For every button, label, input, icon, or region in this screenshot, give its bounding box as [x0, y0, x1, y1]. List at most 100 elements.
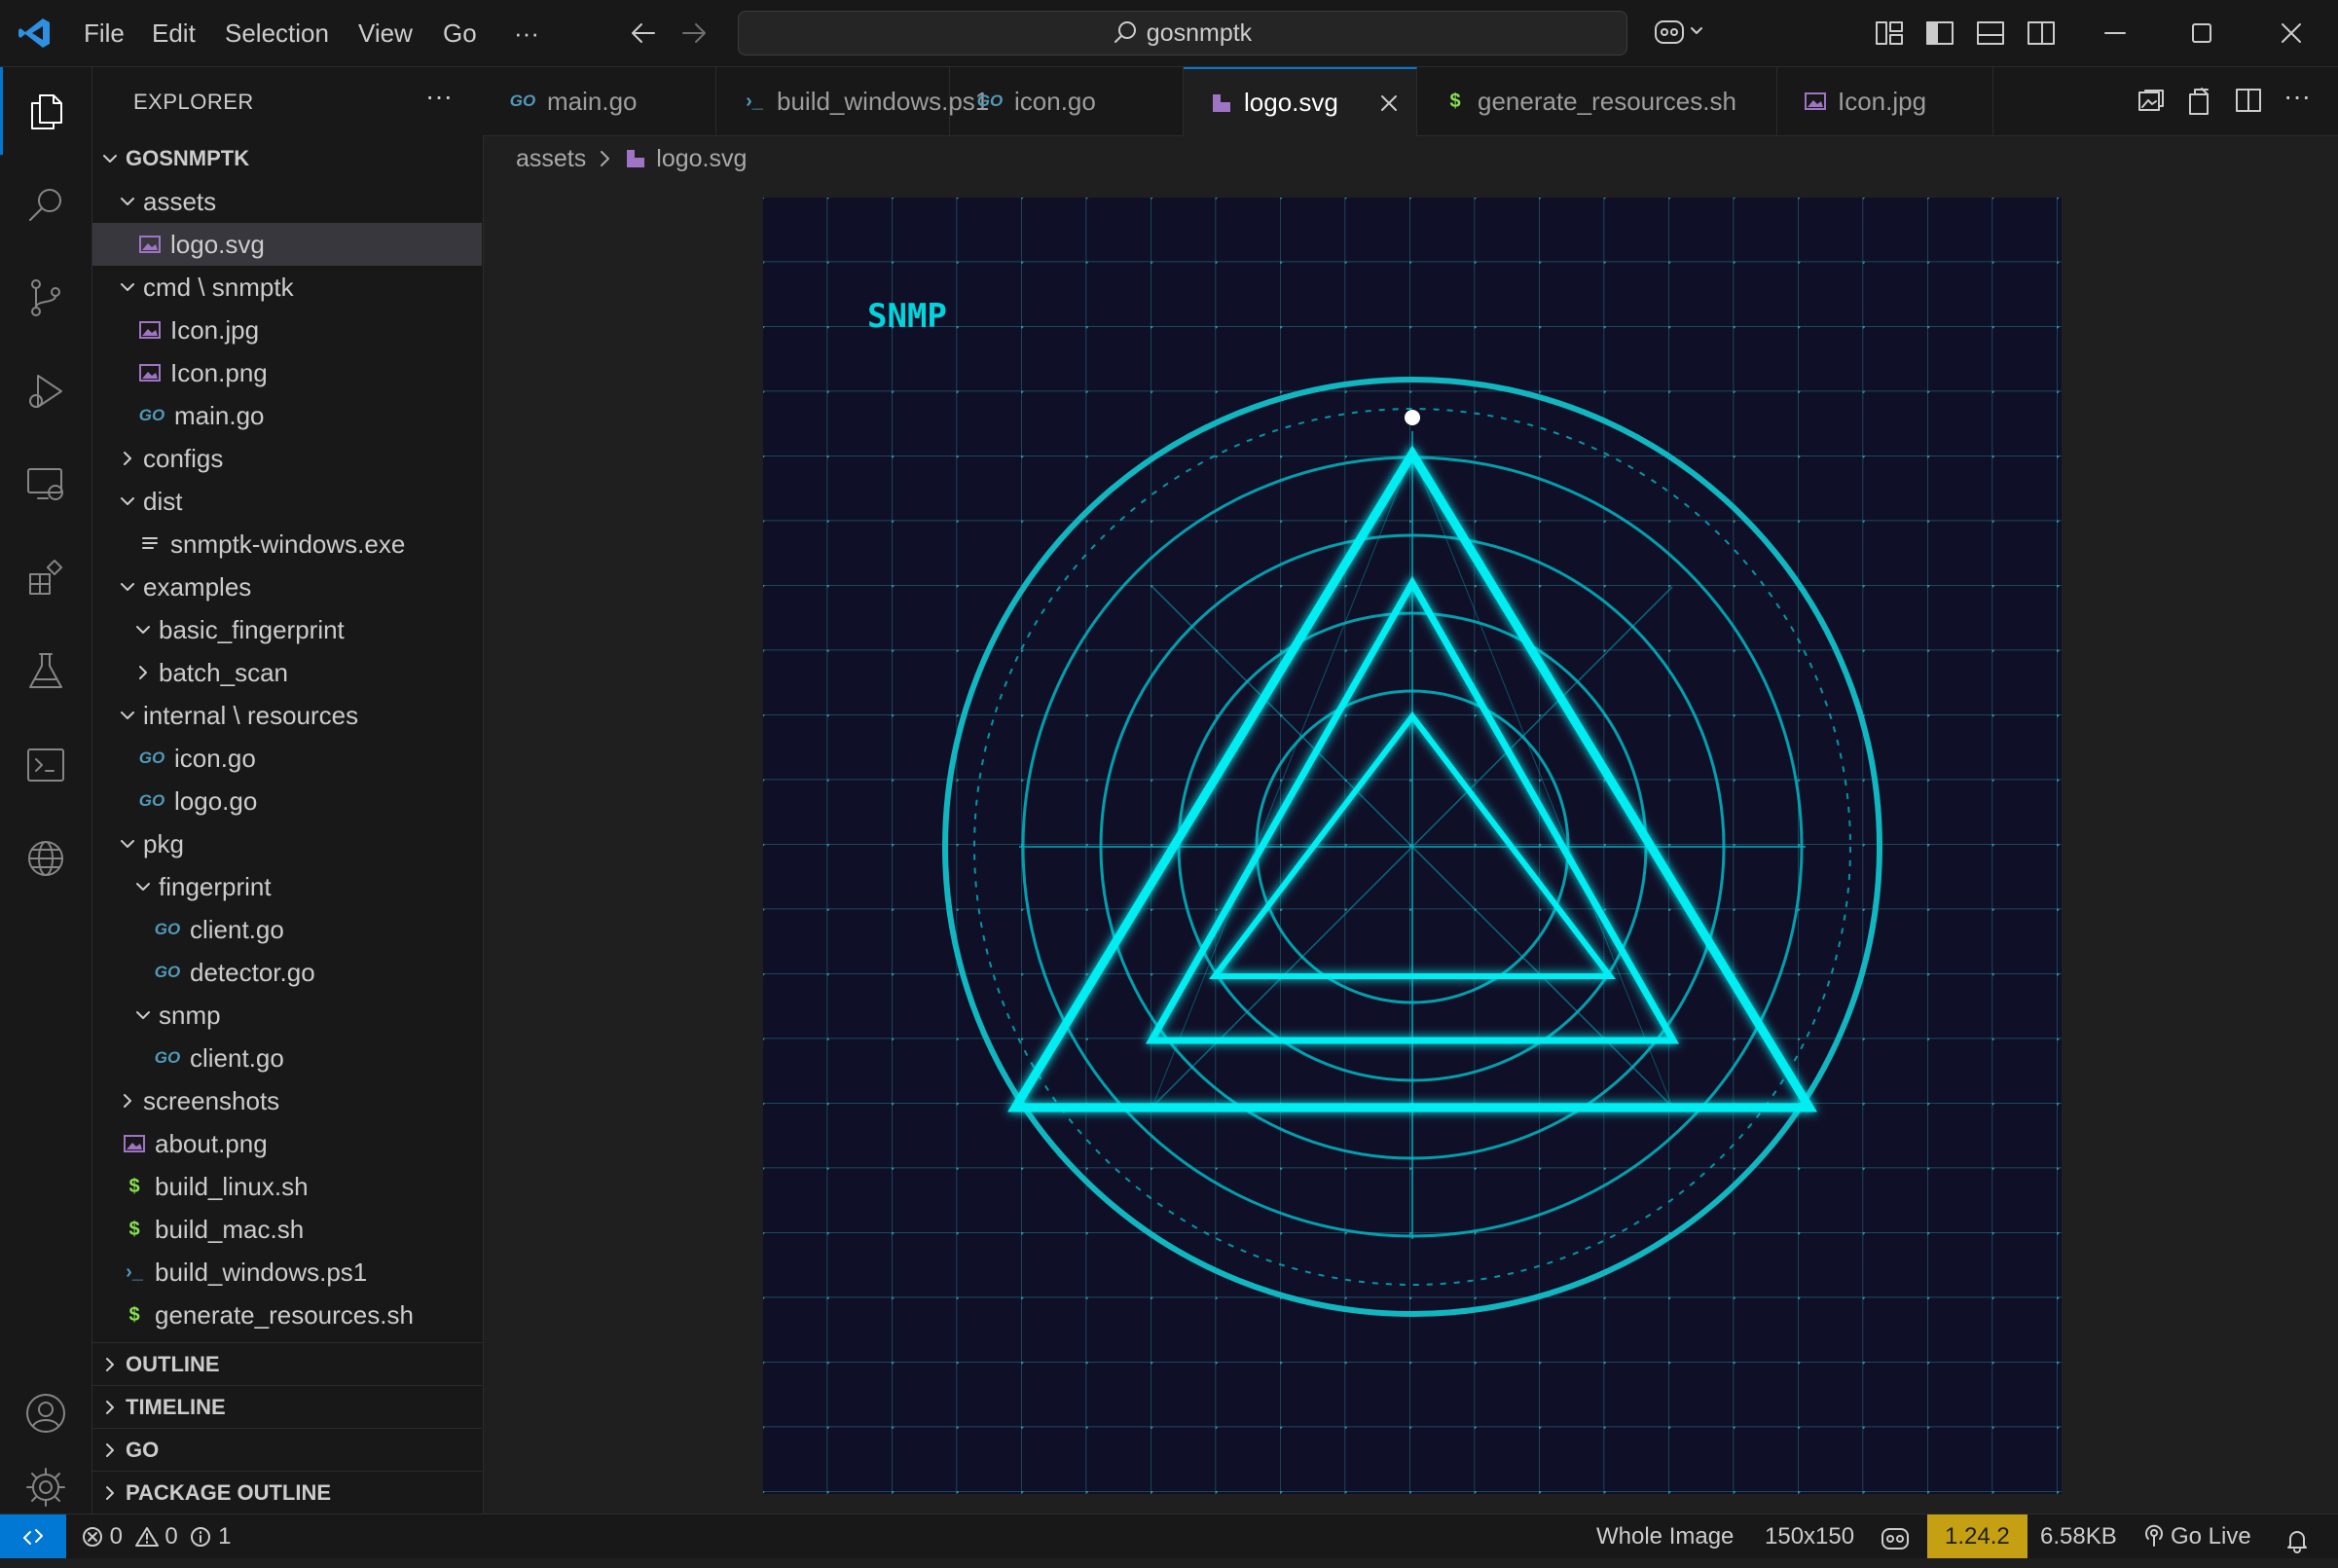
source-control-icon[interactable] — [0, 254, 91, 342]
tree-folder[interactable]: fingerprint — [92, 865, 482, 908]
notifications-bell-icon[interactable] — [2285, 1524, 2309, 1553]
chevron-right-icon — [139, 666, 147, 679]
close-tab-icon[interactable] — [1379, 93, 1399, 113]
tree-file[interactable]: about.png — [92, 1122, 482, 1165]
menu-view[interactable]: View — [358, 0, 413, 66]
go-file-icon: GO — [976, 91, 1004, 110]
tree-folder[interactable]: internal \ resources — [92, 694, 482, 737]
tree-item-label: generate_resources.sh — [155, 1299, 414, 1330]
tree-item-label: configs — [143, 443, 224, 473]
tab-logo-svg[interactable]: logo.svg — [1184, 67, 1417, 136]
copilot-icon[interactable] — [1653, 16, 1705, 54]
shell-file-icon: $ — [128, 1218, 140, 1240]
forward-arrow-icon[interactable] — [679, 19, 709, 52]
terminal-icon[interactable] — [0, 721, 91, 809]
tree-file[interactable]: snmptk-windows.exe — [92, 523, 482, 565]
menu-file[interactable]: File — [84, 0, 125, 66]
menu-selection[interactable]: Selection — [225, 0, 329, 66]
tree-file[interactable]: GO client.go — [92, 908, 482, 951]
image-file-icon — [137, 360, 163, 385]
tree-item-label: examples — [143, 571, 252, 602]
breadcrumb-folder[interactable]: assets — [516, 145, 586, 173]
chevron-right-icon — [124, 1094, 131, 1108]
maximize-icon[interactable] — [2190, 21, 2213, 50]
tree-file[interactable]: GO logo.go — [92, 780, 482, 822]
toggle-primary-sidebar-icon[interactable] — [1925, 20, 1954, 51]
tab-build-windows-ps1[interactable]: ›_ build_windows.ps1 — [716, 67, 989, 135]
tree-file[interactable]: Icon.png — [92, 351, 482, 394]
more-actions-icon[interactable]: ··· — [2283, 81, 2311, 112]
chevron-down-icon — [136, 883, 150, 891]
open-preview-icon[interactable] — [2137, 89, 2165, 119]
copilot-status-icon[interactable] — [1881, 1522, 1910, 1551]
menu-go[interactable]: Go — [443, 0, 477, 66]
tree-file[interactable]: $ build_linux.sh — [92, 1165, 482, 1208]
section-go[interactable]: GO — [92, 1428, 482, 1471]
extensions-icon[interactable] — [0, 534, 91, 622]
tree-file[interactable]: GO client.go — [92, 1037, 482, 1079]
tab-icon-jpg[interactable]: Icon.jpg — [1777, 67, 1993, 135]
tree-file[interactable]: GO main.go — [92, 394, 482, 437]
toggle-secondary-sidebar-icon[interactable] — [2027, 20, 2056, 51]
chevron-down-icon — [121, 711, 134, 719]
split-editor-icon[interactable] — [2235, 88, 2262, 118]
section-timeline[interactable]: TIMELINE — [92, 1385, 482, 1428]
tree-folder[interactable]: configs — [92, 437, 482, 480]
tree-folder[interactable]: batch_scan — [92, 651, 482, 694]
explorer-more-button[interactable]: ··· — [425, 81, 453, 112]
problems-indicator[interactable]: 0 0 1 — [82, 1514, 231, 1558]
tab-main-go[interactable]: GO main.go — [483, 67, 716, 135]
tree-folder[interactable]: snmp — [92, 994, 482, 1037]
command-center[interactable]: gosnmptk — [738, 11, 1627, 55]
customize-layout-icon[interactable] — [1875, 20, 1904, 51]
remote-explorer-icon[interactable] — [0, 441, 91, 529]
tree-file[interactable]: $ generate_resources.sh — [92, 1294, 482, 1336]
image-preview[interactable]: SNMP — [763, 198, 2062, 1494]
tree-folder[interactable]: basic_fingerprint — [92, 608, 482, 651]
tree-file[interactable]: Icon.jpg — [92, 309, 482, 351]
tree-folder[interactable]: pkg — [92, 822, 482, 865]
explorer-icon[interactable] — [0, 67, 91, 155]
tree-file[interactable]: ›_ build_windows.ps1 — [92, 1251, 482, 1294]
tree-file[interactable]: GO icon.go — [92, 737, 482, 780]
tab-icon-go[interactable]: GO icon.go — [950, 67, 1184, 135]
breadcrumb-file[interactable]: logo.svg — [656, 145, 747, 173]
shell-file-icon: $ — [128, 1175, 140, 1197]
run-debug-icon[interactable] — [0, 347, 91, 435]
tree-folder[interactable]: assets — [92, 180, 482, 223]
section-outline[interactable]: OUTLINE — [92, 1342, 482, 1385]
zoom-mode[interactable]: Whole Image — [1596, 1514, 1734, 1558]
tree-folder[interactable]: examples — [92, 565, 482, 608]
menu-more[interactable]: ··· — [514, 0, 539, 66]
tree-folder[interactable]: dist — [92, 480, 482, 523]
globe-icon[interactable] — [0, 815, 91, 902]
section-timeline-label: TIMELINE — [126, 1394, 226, 1419]
close-window-icon[interactable] — [2280, 21, 2303, 50]
search-icon — [1114, 21, 1136, 43]
back-arrow-icon[interactable] — [629, 19, 658, 52]
testing-icon[interactable] — [0, 628, 91, 715]
remote-indicator-button[interactable] — [0, 1514, 66, 1558]
tree-folder[interactable]: cmd \ snmptk — [92, 266, 482, 309]
powershell-file-icon: ›_ — [746, 90, 763, 112]
minimize-icon[interactable] — [2102, 21, 2128, 50]
tree-file[interactable]: $ build_mac.sh — [92, 1208, 482, 1251]
menu-edit[interactable]: Edit — [152, 0, 196, 66]
search-icon[interactable] — [0, 161, 91, 248]
image-file-icon — [623, 146, 648, 171]
open-file-icon[interactable] — [2184, 87, 2213, 121]
go-live-button[interactable]: Go Live — [2143, 1514, 2251, 1558]
tree-folder[interactable]: screenshots — [92, 1079, 482, 1122]
go-version-badge[interactable]: 1.24.2 — [1927, 1514, 2027, 1558]
tree-file[interactable]: logo.svg — [92, 223, 482, 266]
toggle-panel-icon[interactable] — [1976, 20, 2005, 51]
tree-item-label: Icon.jpg — [170, 314, 260, 345]
vscode-logo-icon[interactable] — [18, 16, 53, 55]
tree-file[interactable]: GO detector.go — [92, 951, 482, 994]
workspace-root[interactable]: GOSNMPTK — [92, 137, 482, 180]
section-package-outline[interactable]: PACKAGE OUTLINE — [92, 1471, 482, 1513]
tab-label: generate_resources.sh — [1478, 86, 1736, 116]
workspace-name: gosnmptk — [1146, 19, 1253, 47]
tab-label: main.go — [547, 86, 638, 116]
tab-generate-resources-sh[interactable]: $ generate_resources.sh — [1417, 67, 1777, 135]
